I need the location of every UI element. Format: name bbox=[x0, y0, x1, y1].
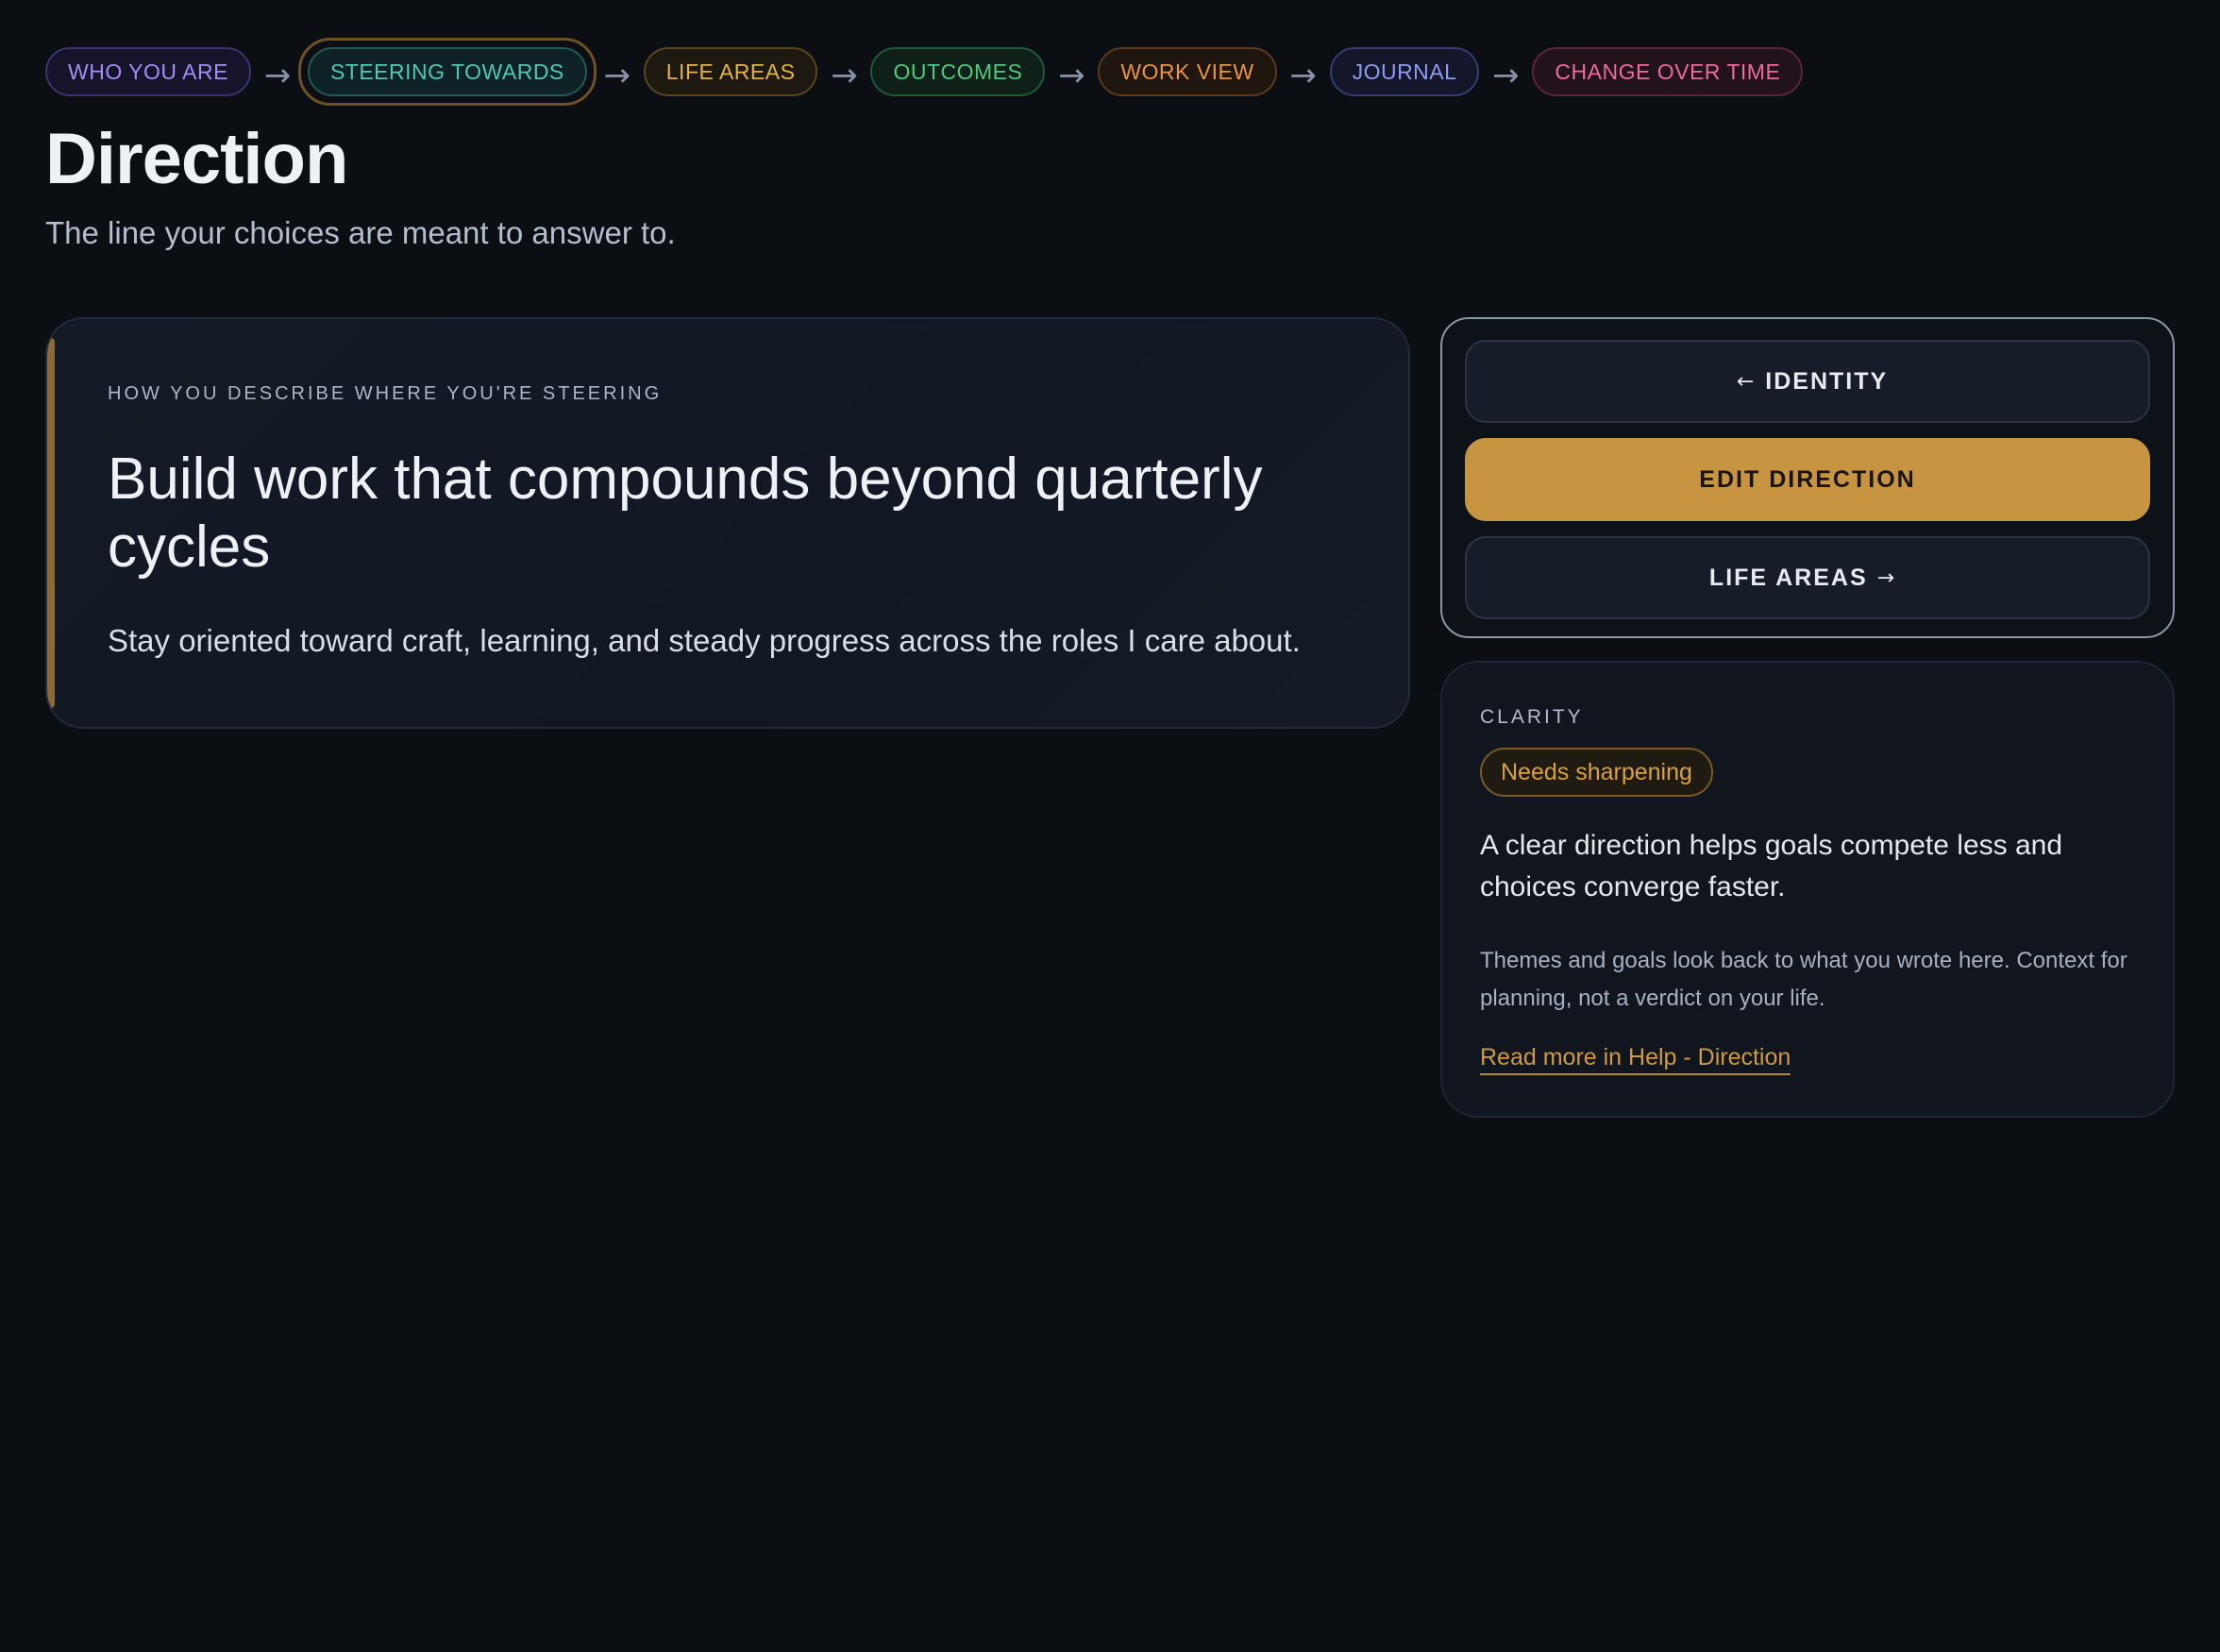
arrow-left-icon: ← bbox=[1736, 369, 1757, 394]
status-badge: Needs sharpening bbox=[1480, 748, 1713, 797]
page-title: Direction bbox=[45, 119, 348, 199]
life-areas-button-label: LIFE AREAS bbox=[1708, 564, 1868, 591]
clarity-note: Themes and goals look back to what you w… bbox=[1480, 948, 2128, 1011]
accent-bar bbox=[47, 338, 55, 708]
flow-step-life-areas[interactable]: LIFE AREAS bbox=[643, 47, 818, 96]
flow-step-journal[interactable]: JOURNAL bbox=[1329, 47, 1480, 96]
page-subtitle: The line your choices are meant to answe… bbox=[45, 215, 676, 250]
arrow-right-icon: → bbox=[831, 57, 858, 94]
clarity-eyebrow: CLARITY bbox=[1480, 706, 1584, 728]
flow-step-outcomes[interactable]: OUTCOMES bbox=[870, 47, 1046, 96]
arrow-right-icon: → bbox=[1058, 57, 1085, 94]
arrow-right-icon: → bbox=[1876, 565, 1897, 590]
active-step-ring: STEERING TOWARDS bbox=[297, 38, 597, 106]
life-areas-button[interactable]: LIFE AREAS → bbox=[1465, 536, 2150, 619]
edit-direction-label: EDIT DIRECTION bbox=[1699, 465, 1916, 493]
flow-step-change-over-time[interactable]: CHANGE OVER TIME bbox=[1532, 47, 1804, 96]
arrow-right-icon: → bbox=[603, 57, 631, 94]
help-link[interactable]: Read more in Help - Direction bbox=[1480, 1044, 1791, 1075]
arrow-right-icon: → bbox=[1289, 57, 1317, 94]
statement-eyebrow: HOW YOU DESCRIBE WHERE YOU'RE STEERING bbox=[108, 383, 663, 404]
direction-statement-card: HOW YOU DESCRIBE WHERE YOU'RE STEERING B… bbox=[45, 317, 1410, 729]
clarity-summary: A clear direction helps goals compete le… bbox=[1480, 830, 2063, 902]
arrow-right-icon: → bbox=[1492, 57, 1520, 94]
edit-direction-button[interactable]: EDIT DIRECTION bbox=[1465, 438, 2150, 521]
direction-description: Stay oriented toward craft, learning, an… bbox=[108, 623, 1301, 658]
flow-breadcrumb: WHO YOU ARE → STEERING TOWARDS → LIFE AR… bbox=[45, 38, 1804, 106]
navigation-panel: ← IDENTITY EDIT DIRECTION LIFE AREAS → bbox=[1440, 317, 2175, 638]
clarity-card: CLARITY Needs sharpening A clear directi… bbox=[1440, 661, 2175, 1118]
identity-button[interactable]: ← IDENTITY bbox=[1465, 340, 2150, 423]
identity-button-label: IDENTITY bbox=[1765, 367, 1889, 395]
flow-step-work-view[interactable]: WORK VIEW bbox=[1098, 47, 1277, 96]
flow-step-who-you-are[interactable]: WHO YOU ARE bbox=[45, 47, 251, 96]
arrow-right-icon: → bbox=[263, 57, 292, 94]
direction-heading: Build work that compounds beyond quarter… bbox=[108, 447, 1263, 580]
flow-step-steering-towards[interactable]: STEERING TOWARDS bbox=[307, 47, 587, 96]
